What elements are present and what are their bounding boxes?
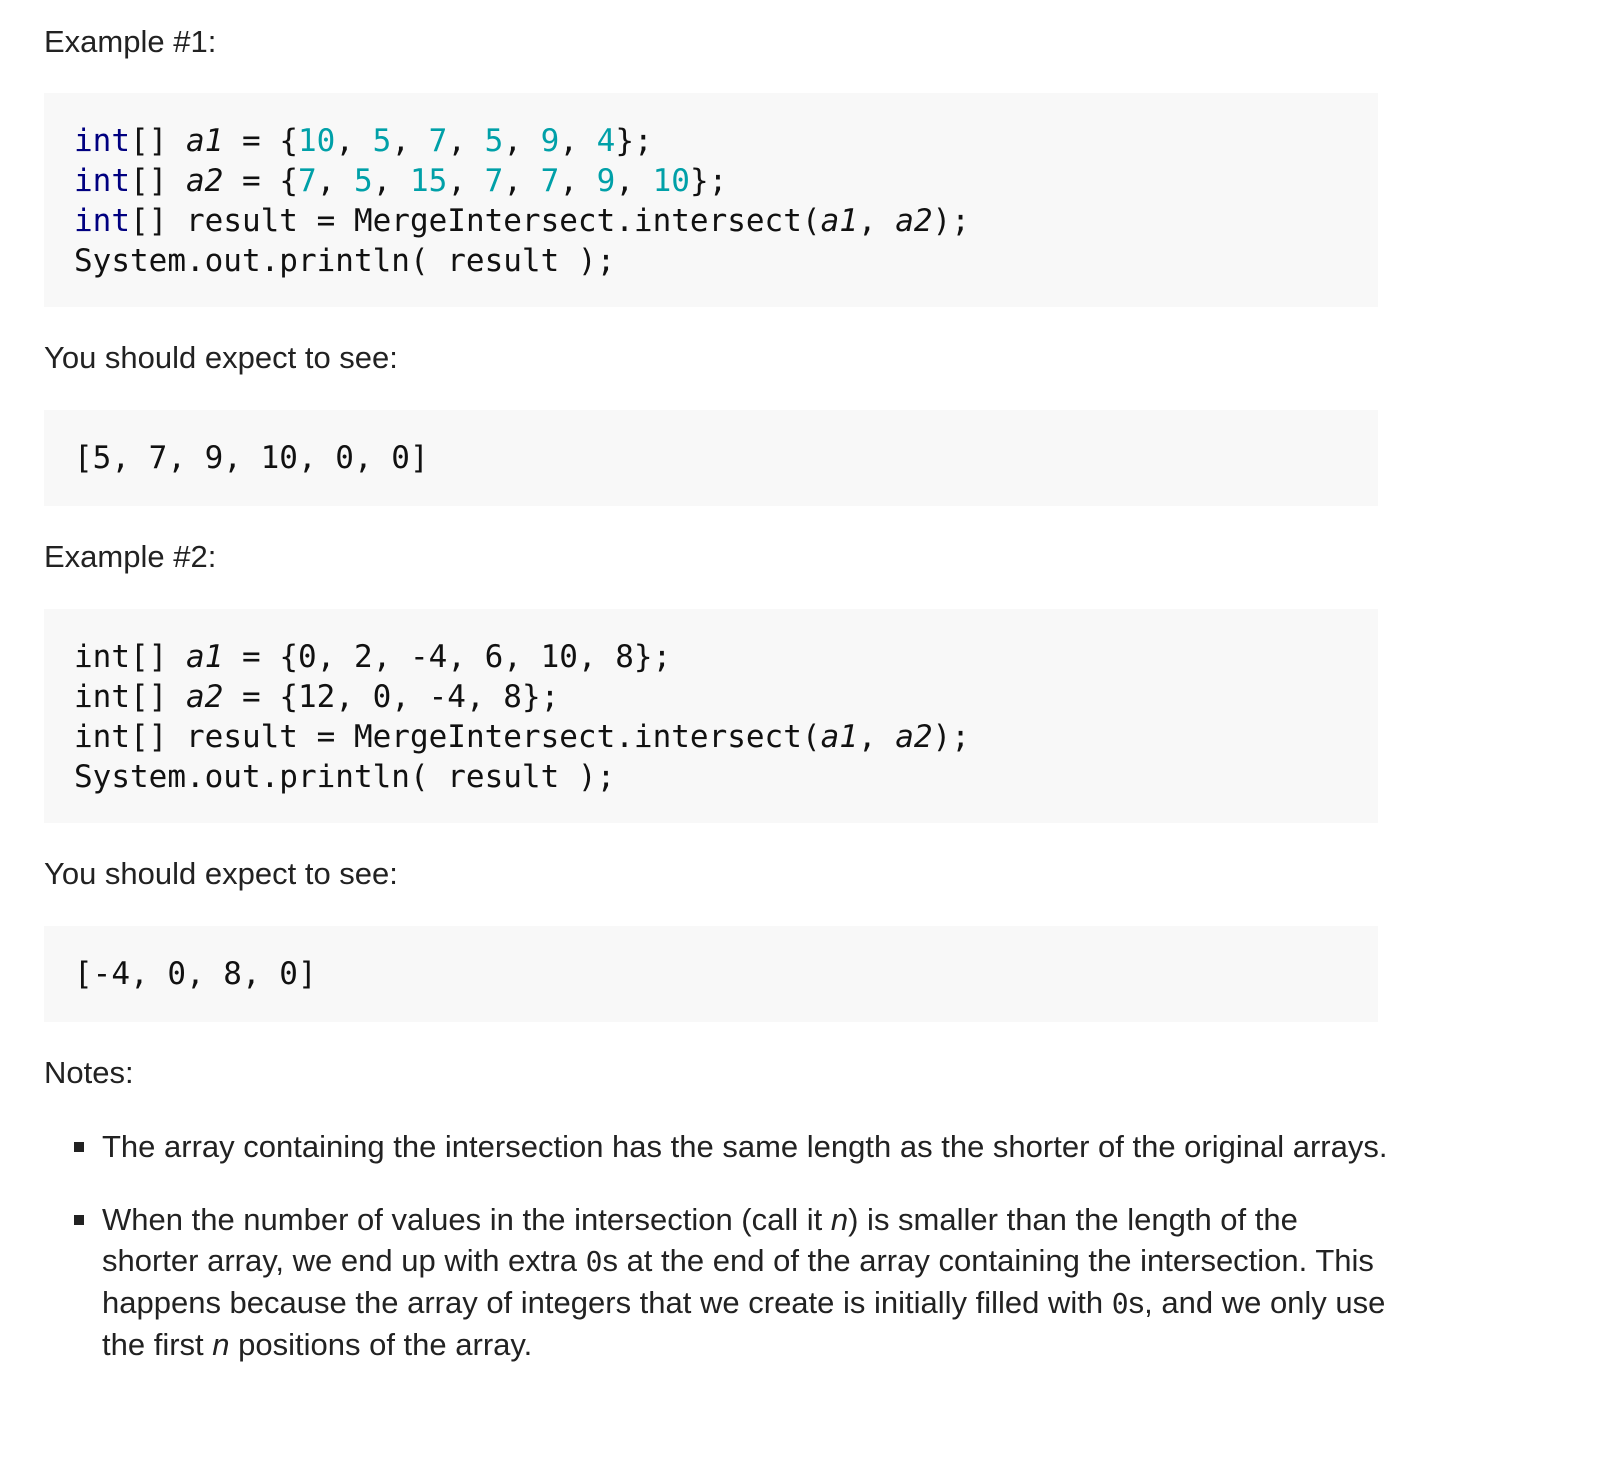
code-line: System.out.println( result ); [74,243,616,279]
list-item: The array containing the intersection ha… [44,1126,1394,1167]
output-text: [5, 7, 9, 10, 0, 0] [74,440,429,476]
number-literal: 10 [297,123,336,159]
code-line: System.out.println( result ); [74,759,616,795]
example-1-code-block: int[] a1 = {10, 5, 7, 5, 9, 4}; int[] a2… [44,93,1378,307]
number-literal: 5 [372,123,392,159]
example-2-heading: Example #2: [44,539,217,574]
example-1-output-block: [5, 7, 9, 10, 0, 0] [44,410,1378,506]
number-literal: 7 [540,163,560,199]
code-line: int[] result = MergeIntersect.intersect(… [74,203,970,239]
example-2-code-block: int[] a1 = {0, 2, -4, 6, 10, 8}; int[] a… [44,609,1378,823]
notes-heading: Notes: [44,1055,134,1090]
example-2-output-block: [-4, 0, 8, 0] [44,926,1378,1022]
number-literal: 7 [484,163,504,199]
example-1-heading: Example #1: [44,24,217,59]
bullet-icon [74,1215,84,1225]
code-line: int[] a2 = {7, 5, 15, 7, 7, 9, 10}; [74,163,728,199]
list-item: When the number of values in the interse… [44,1199,1394,1365]
number-literal: 5 [353,163,373,199]
code-line: int[] result = MergeIntersect.intersect(… [74,719,970,755]
example-2-expect-label: You should expect to see: [44,856,398,891]
number-literal: 15 [409,163,448,199]
code-line: int[] a1 = {10, 5, 7, 5, 9, 4}; [74,123,653,159]
number-literal: 7 [297,163,317,199]
code-line: int[] a2 = {12, 0, -4, 8}; [74,679,560,715]
number-literal: 5 [484,123,504,159]
number-literal: 4 [596,123,616,159]
number-literal: 10 [652,163,690,199]
output-text: [-4, 0, 8, 0] [74,956,317,992]
example-1-expect-label: You should expect to see: [44,340,398,375]
code-line: int[] a1 = {0, 2, -4, 6, 10, 8}; [74,639,672,675]
notes-list: The array containing the intersection ha… [44,1126,1394,1397]
number-literal: 7 [428,123,448,159]
number-literal: 9 [540,123,560,159]
number-literal: 9 [596,163,616,199]
bullet-icon [74,1142,84,1152]
